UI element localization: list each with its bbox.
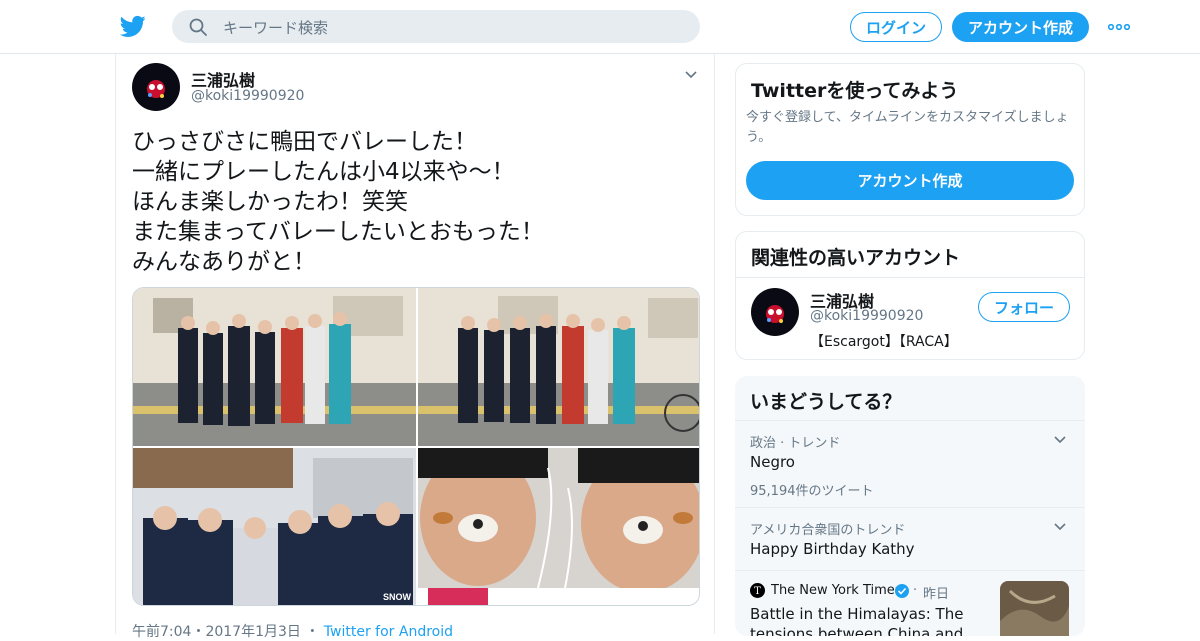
- trend-name[interactable]: Negro: [750, 453, 795, 471]
- news-dot: ·: [913, 583, 918, 598]
- tweet-photo-3[interactable]: SNOW: [133, 448, 416, 605]
- tweet-meta: 午前7:04・2017年1月3日 ・ Twitter for Android: [132, 621, 453, 641]
- twitter-logo-icon[interactable]: [120, 13, 146, 39]
- news-source: The New York Times: [771, 583, 902, 598]
- divider: [736, 277, 1084, 278]
- tweet-timestamp[interactable]: 午前7:04・2017年1月3日: [132, 624, 301, 640]
- tweet-photo-1[interactable]: [133, 288, 416, 446]
- search-icon: [189, 18, 207, 36]
- trend-item[interactable]: アメリカ合衆国のトレンド Happy Birthday Kathy: [735, 507, 1085, 570]
- tweet-photo-4[interactable]: [418, 448, 699, 605]
- login-button[interactable]: ログイン: [850, 12, 942, 42]
- signup-card-title: Twitterを使ってみよう: [751, 80, 959, 102]
- top-navigation-bar: キーワード検索 ログイン アカウント作成: [0, 0, 1200, 54]
- photo-watermark: SNOW: [383, 592, 412, 602]
- news-thumbnail[interactable]: [1000, 581, 1069, 636]
- tweet-card: 三浦弘樹 @koki19990920 ひっさびさに鴨田でバレーした！ 一緒にプレ…: [115, 54, 715, 640]
- author-handle[interactable]: @koki19990920: [191, 88, 304, 104]
- signup-card: Twitterを使ってみよう 今すぐ登録して、タイムラインをカスタマイズしましょ…: [735, 63, 1085, 216]
- tweet-source-link[interactable]: Twitter for Android: [324, 624, 453, 640]
- related-account-avatar[interactable]: [751, 288, 799, 336]
- chevron-down-icon[interactable]: [684, 68, 698, 82]
- news-headline[interactable]: Battle in the Himalayas: The tensions be…: [750, 604, 982, 636]
- related-account-bio: 【Escargot】【RACA】: [810, 334, 958, 350]
- trends-card: いまどうしてる？ 政治 · トレンド Negro 95,194件のツイート アメ…: [735, 376, 1085, 636]
- signup-button[interactable]: アカウント作成: [952, 12, 1089, 42]
- tweet-text: ひっさびさに鴨田でバレーした！ 一緒にプレーしたんは小4以来や～！ ほんま楽しか…: [132, 127, 692, 277]
- avatar[interactable]: [132, 63, 180, 111]
- nyt-logo-icon: T: [750, 583, 765, 598]
- news-item[interactable]: T The New York Times · 昨日 Battle in the …: [735, 570, 1085, 636]
- search-input[interactable]: キーワード検索: [223, 17, 328, 38]
- related-account-handle[interactable]: @koki19990920: [810, 308, 923, 324]
- signup-card-button[interactable]: アカウント作成: [746, 161, 1074, 200]
- related-accounts-title: 関連性の高いアカウント: [751, 247, 961, 269]
- tweet-photo-2[interactable]: [418, 288, 699, 446]
- tweet-line: みんなありがと！: [132, 249, 316, 275]
- trend-name[interactable]: Happy Birthday Kathy: [750, 540, 915, 558]
- trend-item[interactable]: 政治 · トレンド Negro 95,194件のツイート: [735, 420, 1085, 507]
- tweet-line: また集まってバレーしたいとおもった！: [132, 219, 544, 245]
- news-time: 昨日: [923, 587, 950, 602]
- trends-title: いまどうしてる？: [750, 391, 902, 413]
- tweet-line: 一緒にプレーしたんは小4以来や～！: [132, 159, 515, 185]
- chevron-down-icon[interactable]: [1053, 522, 1067, 532]
- chevron-down-icon[interactable]: [1053, 435, 1067, 445]
- svg-text:T: T: [754, 586, 761, 597]
- meta-separator: ・: [305, 624, 324, 640]
- tweet-line: ひっさびさに鴨田でバレーした！: [132, 129, 477, 155]
- follow-button[interactable]: フォロー: [978, 292, 1070, 322]
- trend-count: 95,194件のツイート: [750, 484, 874, 499]
- signup-card-description: 今すぐ登録して、タイムラインをカスタマイズしましょう。: [746, 110, 1069, 145]
- verified-badge-icon: [895, 584, 909, 598]
- search-bar[interactable]: キーワード検索: [172, 10, 700, 43]
- tweet-line: ほんま楽しかったわ！笑笑: [132, 189, 408, 215]
- more-options-icon[interactable]: [1108, 24, 1130, 30]
- trend-context: アメリカ合衆国のトレンド: [750, 523, 906, 538]
- trend-context: 政治 · トレンド: [750, 436, 841, 451]
- related-accounts-card: 関連性の高いアカウント 三浦弘樹 @koki19990920 【Escargot…: [735, 231, 1085, 360]
- photo-grid: SNOW: [132, 287, 700, 606]
